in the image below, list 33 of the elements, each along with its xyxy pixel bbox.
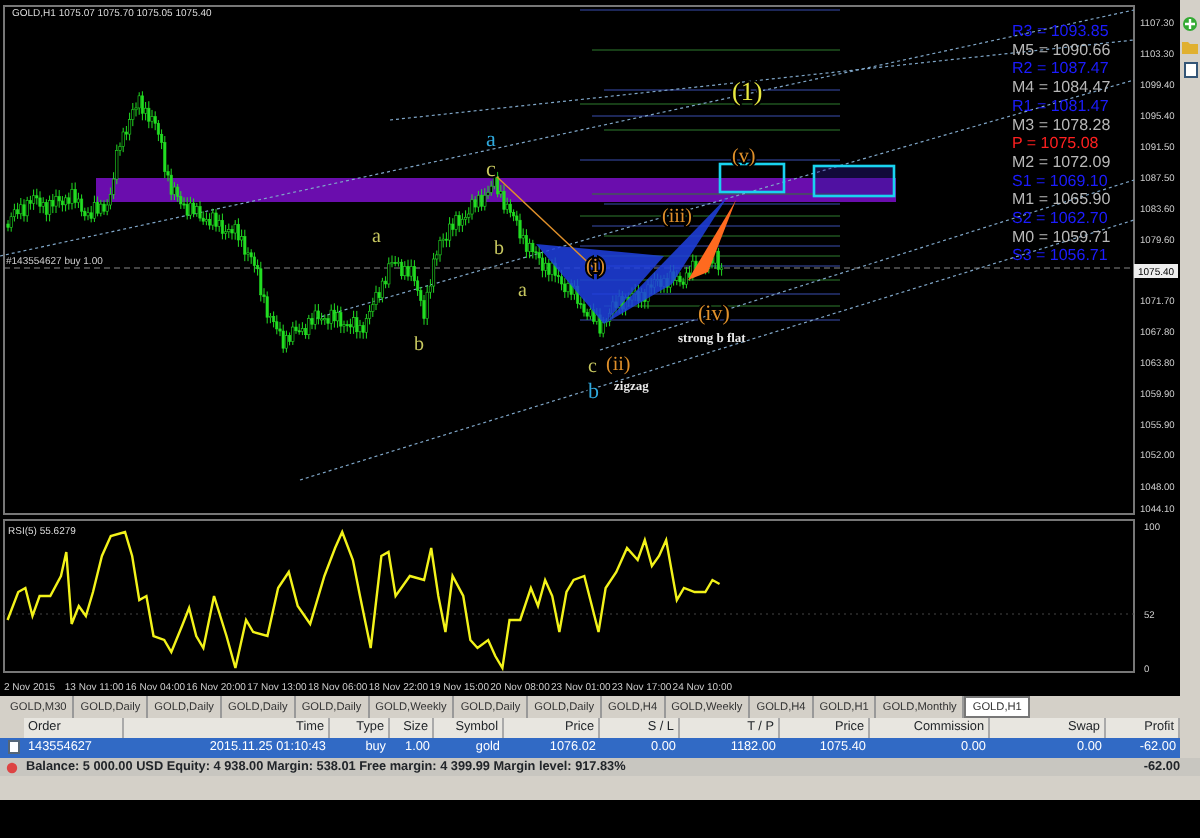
pivot-level: M0 = 1059.71 [1012, 227, 1111, 246]
wave-label: (ii) [606, 354, 631, 376]
target-box [718, 162, 786, 194]
wave-label: b [494, 238, 504, 260]
pivot-level: R2 = 1087.47 [1012, 59, 1109, 78]
wave-label: a [372, 226, 381, 248]
wave-label: c [486, 158, 496, 182]
pivot-level: M3 = 1078.28 [1012, 115, 1111, 134]
wave-label: (iii) [662, 206, 692, 228]
wave-label: (i) [586, 256, 605, 278]
pivot-level: S2 = 1062.70 [1012, 209, 1108, 227]
wave-label: b [588, 380, 599, 404]
pivot-level: S1 = 1069.10 [1012, 171, 1108, 190]
pivot-level: M1 = 1065.90 [1012, 190, 1111, 209]
wave-label: b [414, 334, 424, 356]
wave-label: (v) [732, 146, 756, 168]
pivot-level: M4 = 1084.47 [1012, 78, 1111, 97]
pivot-level: M2 = 1072.09 [1012, 152, 1111, 171]
wave-label: (iv) [698, 302, 730, 326]
document-icon [8, 739, 20, 754]
document-icon[interactable] [1183, 62, 1197, 78]
pivot-level: P = 1075.08 [1012, 134, 1099, 153]
pivot-level: R3 = 1093.85 [1012, 22, 1109, 40]
pivot-level: S3 = 1056.71 [1012, 246, 1108, 265]
target-box [812, 164, 896, 198]
wave-label: (1) [732, 76, 763, 106]
plus-icon[interactable] [1182, 16, 1198, 32]
wave-label: a [518, 280, 527, 302]
pivot-level: R1 = 1081.47 [1012, 96, 1109, 115]
pivot-level: M5 = 1090.66 [1012, 40, 1111, 59]
status-icon [6, 761, 18, 773]
wave-label: c [588, 356, 597, 378]
wave-label: a [486, 128, 496, 152]
